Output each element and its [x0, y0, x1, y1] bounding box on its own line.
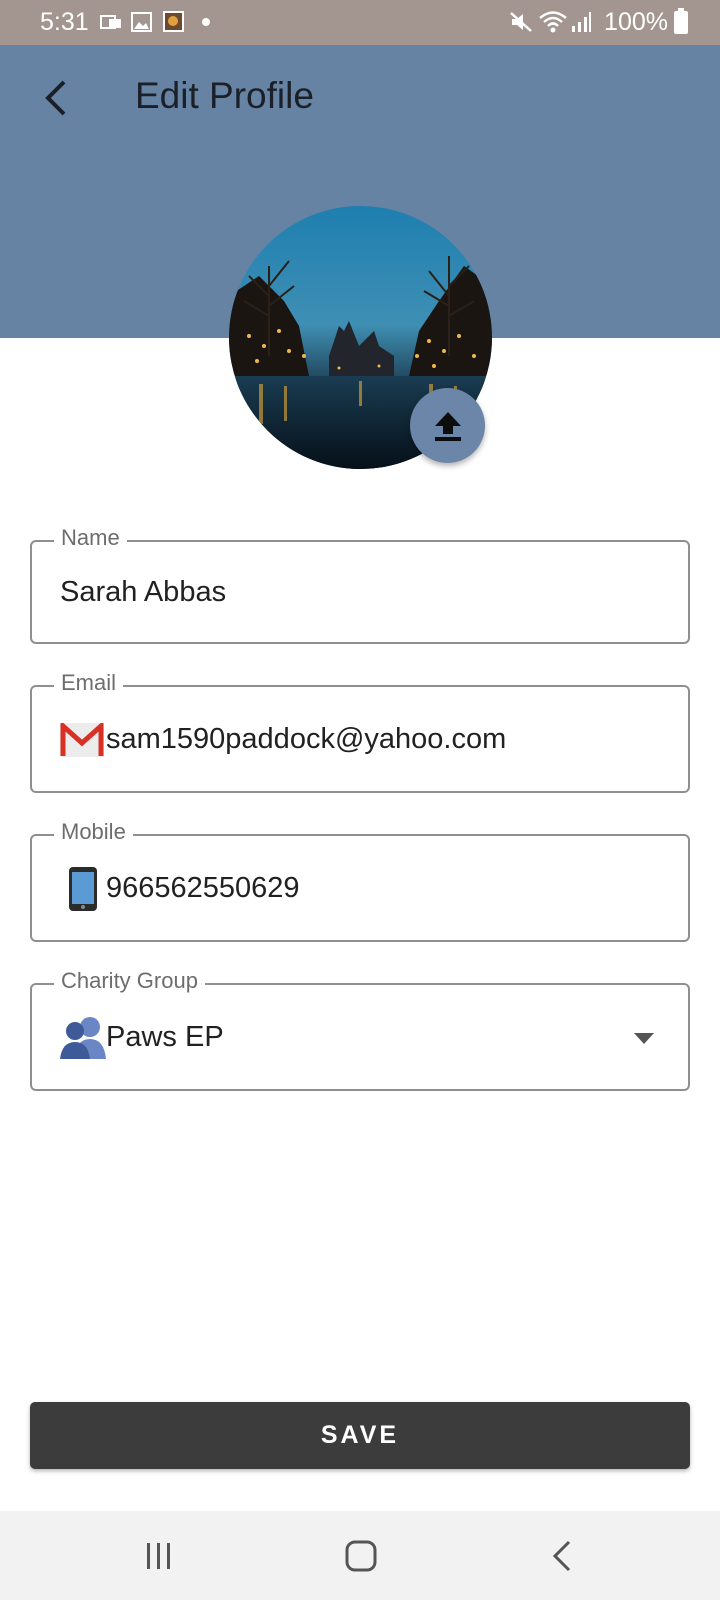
- back-arrow-icon: [45, 80, 66, 116]
- status-bar: 5:31 100%: [0, 0, 720, 45]
- charity-group-value: Paws EP: [106, 1021, 224, 1053]
- upload-photo-button[interactable]: [410, 388, 485, 463]
- wifi-icon: [539, 11, 567, 33]
- dot-icon: [202, 18, 210, 26]
- recents-icon: [147, 1543, 170, 1569]
- name-label: Name: [54, 525, 127, 551]
- mute-icon: [510, 12, 532, 32]
- save-button[interactable]: SAVE: [30, 1402, 690, 1469]
- name-field[interactable]: Name Sarah Abbas: [30, 525, 690, 644]
- home-button[interactable]: [336, 1533, 386, 1579]
- mobile-input[interactable]: 966562550629: [106, 872, 300, 905]
- email-label: Email: [54, 670, 124, 696]
- back-icon: [552, 1540, 571, 1572]
- signal-icon: [572, 12, 591, 32]
- system-nav-bar: [0, 1511, 720, 1600]
- dropdown-arrow-icon[interactable]: [634, 1033, 654, 1044]
- battery-icon: [674, 8, 688, 34]
- phone-icon: [69, 867, 97, 911]
- upload-icon: [434, 411, 461, 441]
- recents-button[interactable]: [134, 1533, 184, 1579]
- status-time: 5:31: [40, 8, 89, 36]
- app-notification-icon: [163, 11, 184, 32]
- nav-back-button[interactable]: [537, 1533, 587, 1579]
- battery-percent: 100%: [604, 8, 668, 36]
- notification-message-icon: [100, 15, 121, 29]
- name-input[interactable]: Sarah Abbas: [60, 576, 226, 609]
- gallery-icon: [131, 12, 152, 32]
- email-field[interactable]: Email sam1590paddock@yahoo.com: [30, 670, 690, 793]
- mobile-label: Mobile: [54, 819, 133, 845]
- back-button[interactable]: [30, 73, 80, 123]
- email-input[interactable]: sam1590paddock@yahoo.com: [106, 723, 506, 756]
- page-title: Edit Profile: [135, 75, 314, 116]
- gmail-icon: [60, 723, 104, 757]
- home-icon: [345, 1540, 377, 1572]
- mobile-field[interactable]: Mobile 966562550629: [30, 819, 690, 942]
- charity-group-label: Charity Group: [54, 968, 205, 994]
- group-icon: [60, 1017, 106, 1059]
- charity-group-dropdown[interactable]: Charity Group Paws EP: [30, 968, 690, 1091]
